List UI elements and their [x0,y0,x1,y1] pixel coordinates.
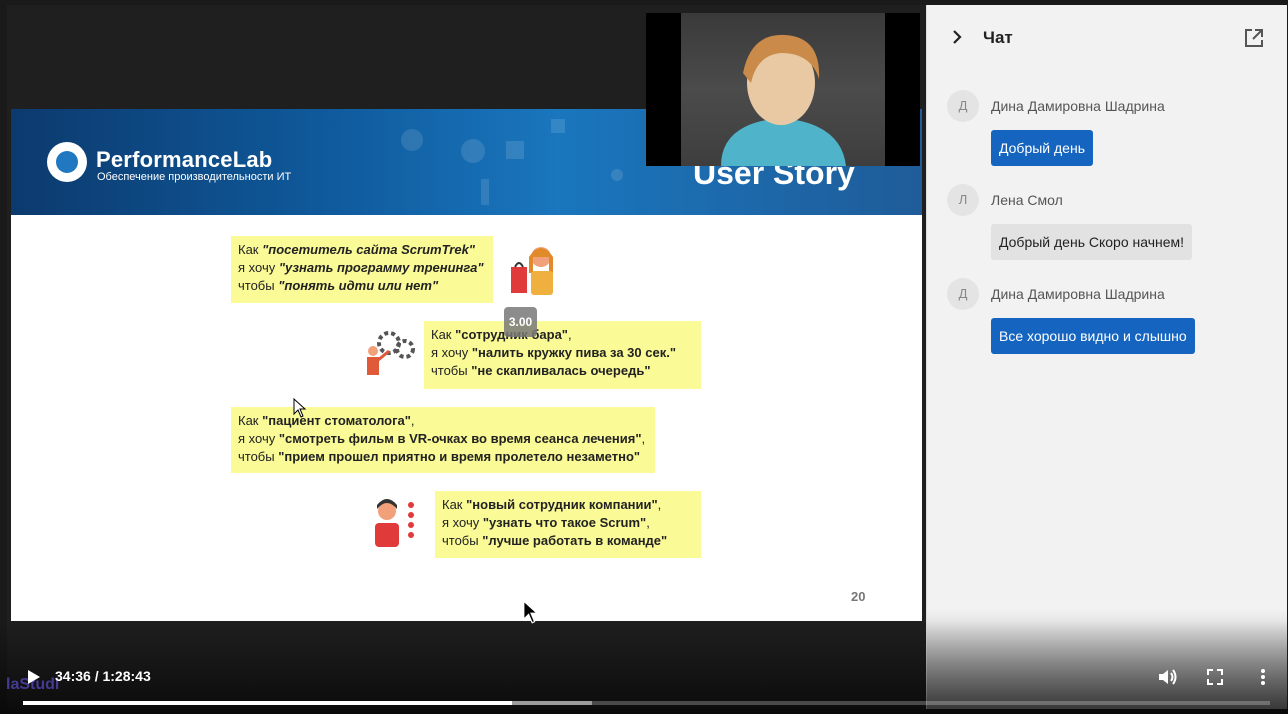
chat-panel: Чат Д Дина Дамировна Шадрина Добрый день… [926,5,1288,709]
fullscreen-icon[interactable] [1204,666,1226,688]
brand-tagline: Обеспечение производительности ИТ [97,171,292,183]
video-player-frame: PerformanceLab Обеспечение производитель… [0,0,1288,714]
message-author: Дина Дамировна Шадрина [991,286,1165,302]
presenter-silhouette-icon [721,34,846,166]
webcam-video[interactable] [646,13,920,166]
message-bubble: Добрый день [991,130,1093,166]
progress-bar[interactable] [23,701,1270,705]
brand-name: PerformanceLab [96,147,273,172]
performancelab-logo-icon [47,142,87,182]
controls-overlay [0,620,1288,714]
message-author: Дина Дамировна Шадрина [991,98,1165,114]
mouse-pointer-icon [293,398,307,418]
message-author: Лена Смол [991,192,1063,208]
avatar: Д [947,278,979,310]
avatar: Л [947,184,979,216]
user-story-card: Как "новый сотрудник компании", я хочу "… [435,491,701,558]
more-vertical-icon[interactable] [1252,666,1274,688]
avatar: Д [947,90,979,122]
message-bubble: Добрый день Скоро начнем! [991,224,1193,260]
employee-rating-icon [375,499,414,547]
playback-speed-tooltip: 3.00 [504,307,537,337]
gears-worker-icon [367,331,415,375]
volume-icon[interactable] [1156,666,1178,688]
webcam-frame [681,13,885,166]
time-display: 34:36 / 1:28:43 [55,668,151,684]
user-story-card: Как "сотрудник бара", я хочу "налить кру… [424,321,701,389]
slide-page-number: 20 [851,589,866,604]
presentation-slide: PerformanceLab Обеспечение производитель… [11,109,922,621]
shopper-woman-icon [511,247,553,295]
chevron-right-icon[interactable] [947,27,967,47]
user-story-card: Как "посетитель сайта ScrumTrek" я хочу … [231,236,493,303]
progress-played [23,701,512,705]
chat-title: Чат [983,28,1013,47]
open-in-new-icon[interactable] [1243,27,1265,49]
play-icon[interactable] [22,666,44,688]
message-bubble: Все хорошо видно и слышно [991,318,1195,354]
